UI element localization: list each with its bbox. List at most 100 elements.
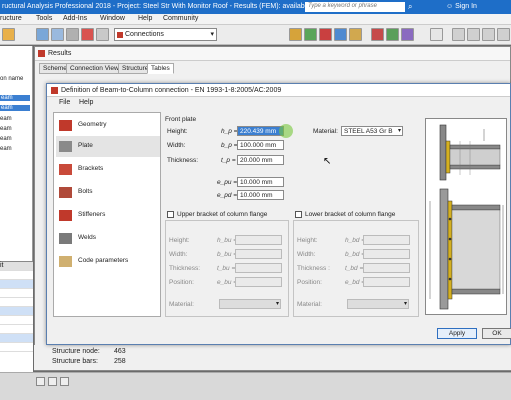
nav-geometry[interactable]: Geometry [56,115,160,136]
upper-material-select[interactable]: ▾ [219,299,281,309]
layout-combo-value: Connections [125,31,164,38]
plate-width-field[interactable]: 100.000 mm [237,140,284,150]
rotate-icon[interactable] [497,28,510,41]
table-icon[interactable] [51,28,64,41]
thickness-label: Thickness: [167,157,199,164]
nav-label: Welds [78,234,96,241]
menu-bar: ructure Tools Add-Ins Window Help Commun… [0,14,511,25]
menu-help[interactable]: Help [138,15,152,22]
edit-icon[interactable] [36,28,49,41]
layout-combo[interactable]: Connections ▾ [114,28,217,41]
nav-stiffeners[interactable]: Stiffeners [56,205,160,226]
status-grid-icon[interactable] [48,377,57,386]
apply-button[interactable]: Apply [437,328,477,339]
lower-height-field[interactable] [363,235,410,245]
upper-position-label: Position: [169,279,194,286]
menu-tools[interactable]: Tools [36,15,52,22]
design-icon[interactable] [401,28,414,41]
lower-thickness-field[interactable] [363,263,410,273]
sign-in-link[interactable]: ☺ Sign In [446,3,477,10]
status-view-icon[interactable] [36,377,45,386]
plate-thickness-field[interactable]: 20.000 mm [237,155,284,165]
nav-welds[interactable]: Welds [56,228,160,249]
lower-position-field[interactable] [363,277,410,287]
search-icon[interactable]: ⌕ [408,2,412,12]
plate-height-field[interactable]: 220.439 mm [237,126,284,136]
nav-plate[interactable]: Plate [56,136,160,157]
chevron-down-icon: ▾ [397,128,401,134]
table-row[interactable] [0,307,33,316]
upper-bracket-checkbox[interactable] [167,211,174,218]
plate-epd-field[interactable]: 10.000 mm [237,190,284,200]
table-row[interactable] [0,298,33,307]
table-row[interactable] [0,316,33,325]
height-label: Height: [167,128,188,135]
chevron-down-icon: ▾ [210,31,214,38]
upper-width-field[interactable] [235,249,282,259]
table-row[interactable] [0,280,33,289]
section-icon[interactable] [349,28,362,41]
bar-icon[interactable] [289,28,302,41]
connection-drawing-icon [429,124,504,310]
upper-thickness-field[interactable] [235,263,282,273]
nav-brackets[interactable]: Brackets [56,159,160,180]
status-snap-icon[interactable] [60,377,69,386]
table-row[interactable] [0,334,33,343]
mouse-cursor-icon: ↖ [323,156,332,167]
chevron-down-icon: ▾ [403,301,407,307]
view-icon[interactable] [452,28,465,41]
beam-to-column-dialog: Definition of Beam-to-Column connection … [46,83,511,345]
open-icon[interactable] [2,28,15,41]
table-row[interactable] [0,271,33,280]
table-row[interactable] [0,325,33,334]
plate-material-select[interactable]: STEEL A53 Gr B ▾ [341,126,403,136]
menu-add-ins[interactable]: Add-Ins [63,15,87,22]
width-label: Width: [167,142,186,149]
upper-height-label: Height: [169,237,190,244]
search-input[interactable]: Type a keyword or phrase [305,2,405,12]
ok-button[interactable]: OK [482,328,511,339]
pan-icon[interactable] [482,28,495,41]
tree-item-beam-4[interactable]: eam [0,126,12,132]
properties-icon[interactable] [66,28,79,41]
table-row[interactable] [0,343,33,352]
tree-item-beam-3[interactable]: eam [0,116,12,122]
menu-community[interactable]: Community [163,15,198,22]
nav-code-parameters[interactable]: Code parameters [56,251,160,272]
tree-item-beam-2[interactable]: eam [0,105,30,111]
plate-epu-field[interactable]: 10.000 mm [237,177,284,187]
result-icon[interactable] [371,28,384,41]
height-symbol: h_p = [221,128,238,135]
tool-icon[interactable] [81,28,94,41]
cursor-tool-icon[interactable] [430,28,443,41]
upper-thickness-label: Thickness: [169,265,201,272]
dialog-menu-help[interactable]: Help [79,99,93,106]
plate-material-value: STEEL A53 Gr B [344,128,393,135]
menu-structure[interactable]: ructure [0,15,22,22]
upper-height-field[interactable] [235,235,282,245]
support-icon[interactable] [319,28,332,41]
beam-geometry-icon [59,120,72,131]
tree-item-beam-1[interactable]: eam [0,95,30,101]
structure-node-label: Structure node: [52,348,100,355]
lower-material-select[interactable]: ▾ [347,299,409,309]
epu-symbol: e_pu = [217,179,238,186]
lower-bracket-checkbox[interactable] [295,211,302,218]
zoom-icon[interactable] [467,28,480,41]
settings-icon[interactable] [96,28,109,41]
load-icon[interactable] [334,28,347,41]
layout-square-icon [117,32,123,38]
menu-window[interactable]: Window [100,15,125,22]
dialog-menu-file[interactable]: File [59,99,70,106]
node-icon[interactable] [304,28,317,41]
upper-position-field[interactable] [235,277,282,287]
tree-item-beam-5[interactable]: eam [0,136,12,142]
tree-item-beam-6[interactable]: eam [0,146,12,152]
check-icon[interactable] [386,28,399,41]
chevron-down-icon: ▾ [275,301,279,307]
table-row[interactable] [0,289,33,298]
lower-width-field[interactable] [363,249,410,259]
tab-tables[interactable]: Tables [147,63,174,74]
nav-bolts[interactable]: Bolts [56,182,160,203]
tab-connection-view[interactable]: Connection View [66,63,123,74]
